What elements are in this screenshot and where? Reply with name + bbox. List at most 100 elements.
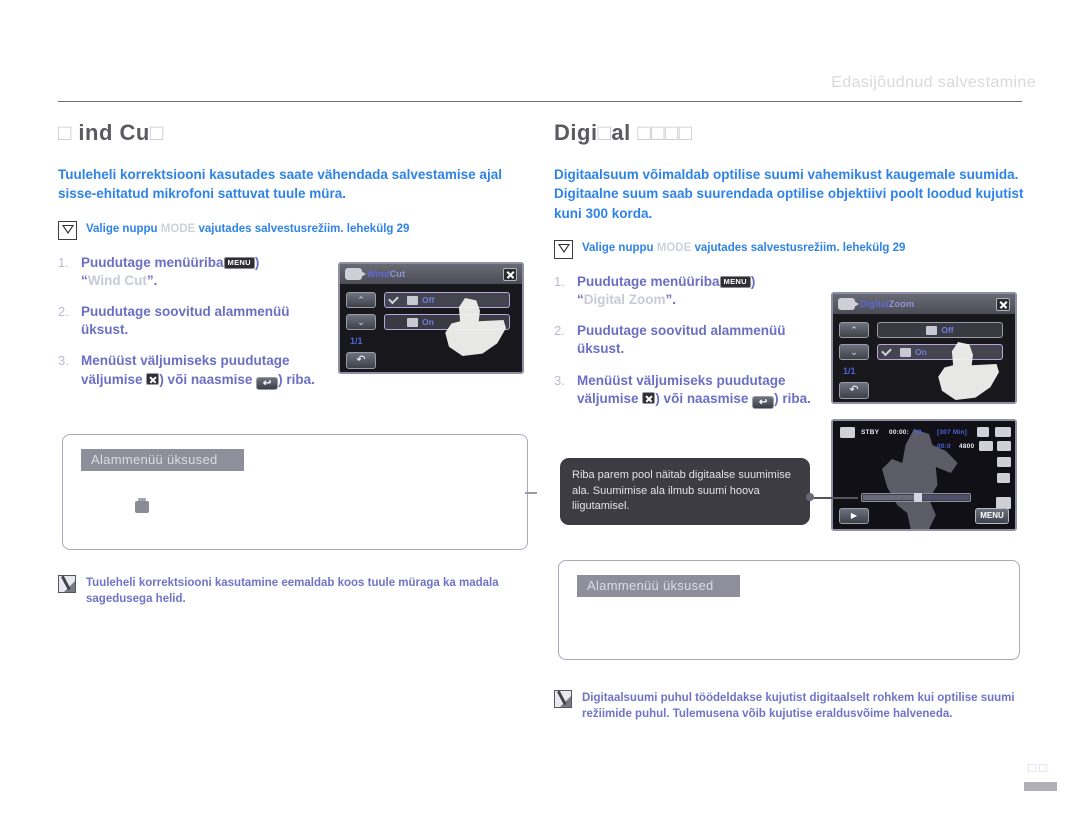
left-section-title: □ ind Cu□	[58, 120, 538, 145]
lcd-return-button[interactable]: ↶	[839, 382, 869, 399]
right-step-1-number: 1.	[554, 273, 565, 289]
left-step-1-tail: )	[254, 254, 260, 270]
right-section-title: Digi□al □□□□	[554, 120, 1026, 145]
right-mode-ghost-label: MODE	[656, 241, 692, 254]
wind-cut-icon	[407, 295, 418, 305]
lcd-scroll-up-button[interactable]: ⌃	[839, 322, 869, 338]
zoom-bar-callout-text: Riba parem pool näitab digitaalse suumim…	[572, 469, 791, 513]
zoom-bar-knob[interactable]	[914, 493, 922, 502]
left-submenu-leader-line	[525, 492, 537, 494]
wind-cut-submenu-icon	[135, 498, 149, 513]
right-title-missing-mid: □	[597, 120, 612, 145]
left-intro-paragraph: Tuuleheli korrektsiooni kasutades saate …	[58, 167, 502, 202]
right-title-text: Digi	[554, 120, 598, 145]
menu-chip-icon: MENU	[223, 256, 255, 269]
right-step-1-body: Puudutage menüüriba MENU) “Digital Zoom”.	[577, 273, 756, 307]
right-lcd-title: DigitalZoom	[860, 299, 914, 309]
running-head-text: Edasijõudnud salvestamine	[831, 74, 1036, 91]
anti-shake-icon	[997, 457, 1011, 467]
right-step-3-tail: ) riba.	[774, 390, 811, 406]
quality-icon	[979, 441, 993, 451]
lcd-item-digital-zoom-on[interactable]: On	[877, 344, 1003, 360]
left-note: Tuuleheli korrektsiooni kasutamine eemal…	[58, 575, 528, 608]
right-step-3-number: 3.	[554, 372, 565, 388]
left-step-1-quoted: Wind Cut	[87, 272, 147, 288]
right-lcd-body: ⌃ ⌄ Off On 1/1 ↶	[833, 314, 1015, 402]
menu-button[interactable]: MENU	[975, 508, 1009, 524]
right-step-3-mid: ) või naasmise	[655, 390, 749, 406]
lcd-scroll-up-button[interactable]: ⌃	[346, 292, 376, 308]
menu-chip-icon: MENU	[719, 275, 751, 289]
right-step-3: 3. Menüüst väljumiseks puudutage väljumi…	[554, 372, 824, 409]
full-hd-icon	[997, 441, 1011, 451]
preview-remaining-time: [307 Min]	[937, 429, 967, 436]
left-lcd-body: ⌃ ⌄ Off On 1/1 ↶	[340, 284, 522, 372]
preview-counter: 00:0	[937, 443, 951, 450]
running-header: Edasijõudnud salvestamine	[0, 74, 1080, 92]
left-mode-before: Valige nuppu	[86, 222, 158, 235]
wind-cut-icon	[407, 317, 418, 327]
return-arrow-icon: ↩	[256, 376, 279, 390]
lcd-item-off-label: Off	[422, 295, 435, 305]
left-title-missing-suffix: □	[149, 120, 164, 145]
zoom-level-bar[interactable]	[861, 493, 971, 502]
left-step-3-number: 3.	[58, 353, 69, 369]
left-lcd-title-a: Wind	[367, 269, 390, 279]
right-step-2-text: Puudutage soovitud alammenüü üksust.	[577, 323, 786, 357]
zoom-bar-digital-range	[918, 495, 969, 500]
left-title-missing-prefix: □	[58, 120, 72, 145]
right-submenu-box: Alammenüü üksused	[558, 560, 1020, 660]
lcd-scroll-down-button[interactable]: ⌄	[346, 314, 376, 330]
preview-timecode-seconds: 00	[914, 429, 922, 436]
lcd-scroll-down-button[interactable]: ⌄	[839, 344, 869, 360]
right-submenu-heading: Alammenüü üksused	[577, 575, 740, 597]
lcd-item-digital-zoom-off[interactable]: Off	[877, 322, 1003, 338]
preview-status-label: STBY	[861, 429, 880, 436]
right-mode-text: Valige nuppu MODE vajutades salvestusrež…	[582, 239, 905, 256]
right-lcd-title-b: Zoom	[888, 299, 915, 309]
right-mode-before: Valige nuppu	[582, 241, 654, 254]
face-detect-icon	[997, 473, 1010, 483]
header-divider	[58, 101, 1022, 102]
playback-button[interactable]: ▶	[839, 508, 869, 524]
right-note-text: Digitaalsuumi puhul töödeldakse kujutist…	[582, 692, 1015, 721]
left-step-3-body: Menüüst väljumiseks puudutage väljumise …	[81, 352, 328, 390]
exit-x-icon	[146, 372, 160, 385]
left-lcd-titlebar: WindCut	[340, 264, 522, 284]
lcd-close-icon[interactable]	[503, 267, 517, 281]
left-step-2: 2. Puudutage soovitud alammenüü üksust.	[58, 303, 328, 339]
camcorder-icon	[345, 268, 366, 280]
left-lcd-title: WindCut	[367, 269, 405, 279]
lcd-item-wind-cut-off[interactable]: Off	[384, 292, 510, 308]
left-step-2-number: 2.	[58, 304, 69, 320]
preview-timecode: 00:00:	[889, 429, 909, 436]
lcd-pager: 1/1	[843, 366, 856, 376]
right-lcd-preview: STBY 00:00: 00 [307 Min] 00:0 4800 ▶ MEN…	[831, 419, 1017, 531]
right-steps-list: 1. Puudutage menüüriba MENU) “Digital Zoo…	[554, 273, 824, 409]
page-number: □□	[1028, 760, 1050, 775]
right-mode-page-ref: lehekülg 29	[842, 241, 906, 254]
left-steps-list: 1. Puudutage menüüriba MENU) “Wind Cut”. …	[58, 254, 328, 390]
digital-zoom-icon	[900, 347, 911, 357]
left-step-1-number: 1.	[58, 254, 69, 270]
right-intro-paragraph: Digitaalsuum võimaldab optilise suumi va…	[554, 167, 1024, 221]
left-title-text: ind Cu	[78, 120, 150, 145]
battery-icon	[995, 427, 1011, 437]
lcd-item-on-label: On	[422, 317, 434, 327]
right-step-2-number: 2.	[554, 323, 565, 339]
left-note-text: Tuuleheli korrektsiooni kasutamine eemal…	[86, 577, 499, 606]
zoom-bar-callout-bubble: Riba parem pool näitab digitaalse suumim…	[560, 458, 810, 525]
right-step-1-quoted: Digital Zoom	[583, 291, 666, 307]
lcd-return-button[interactable]: ↶	[346, 352, 376, 369]
page-number-bar	[1024, 782, 1057, 791]
lcd-close-icon[interactable]	[996, 297, 1010, 311]
camcorder-icon	[838, 298, 859, 310]
right-step-1-text: Puudutage menüüriba	[577, 273, 720, 289]
preview-resolution: 4800	[959, 443, 975, 450]
return-arrow-icon: ↩	[752, 395, 775, 409]
zoom-bar-optical-fill	[863, 495, 917, 500]
mode-button-icon	[58, 220, 77, 240]
left-mode-after: vajutades salvestusrežiim.	[198, 222, 344, 235]
left-step-2-text: Puudutage soovitud alammenüü üksust.	[81, 304, 290, 338]
left-step-1-body: Puudutage menüüriba MENU) “Wind Cut”.	[81, 254, 260, 288]
